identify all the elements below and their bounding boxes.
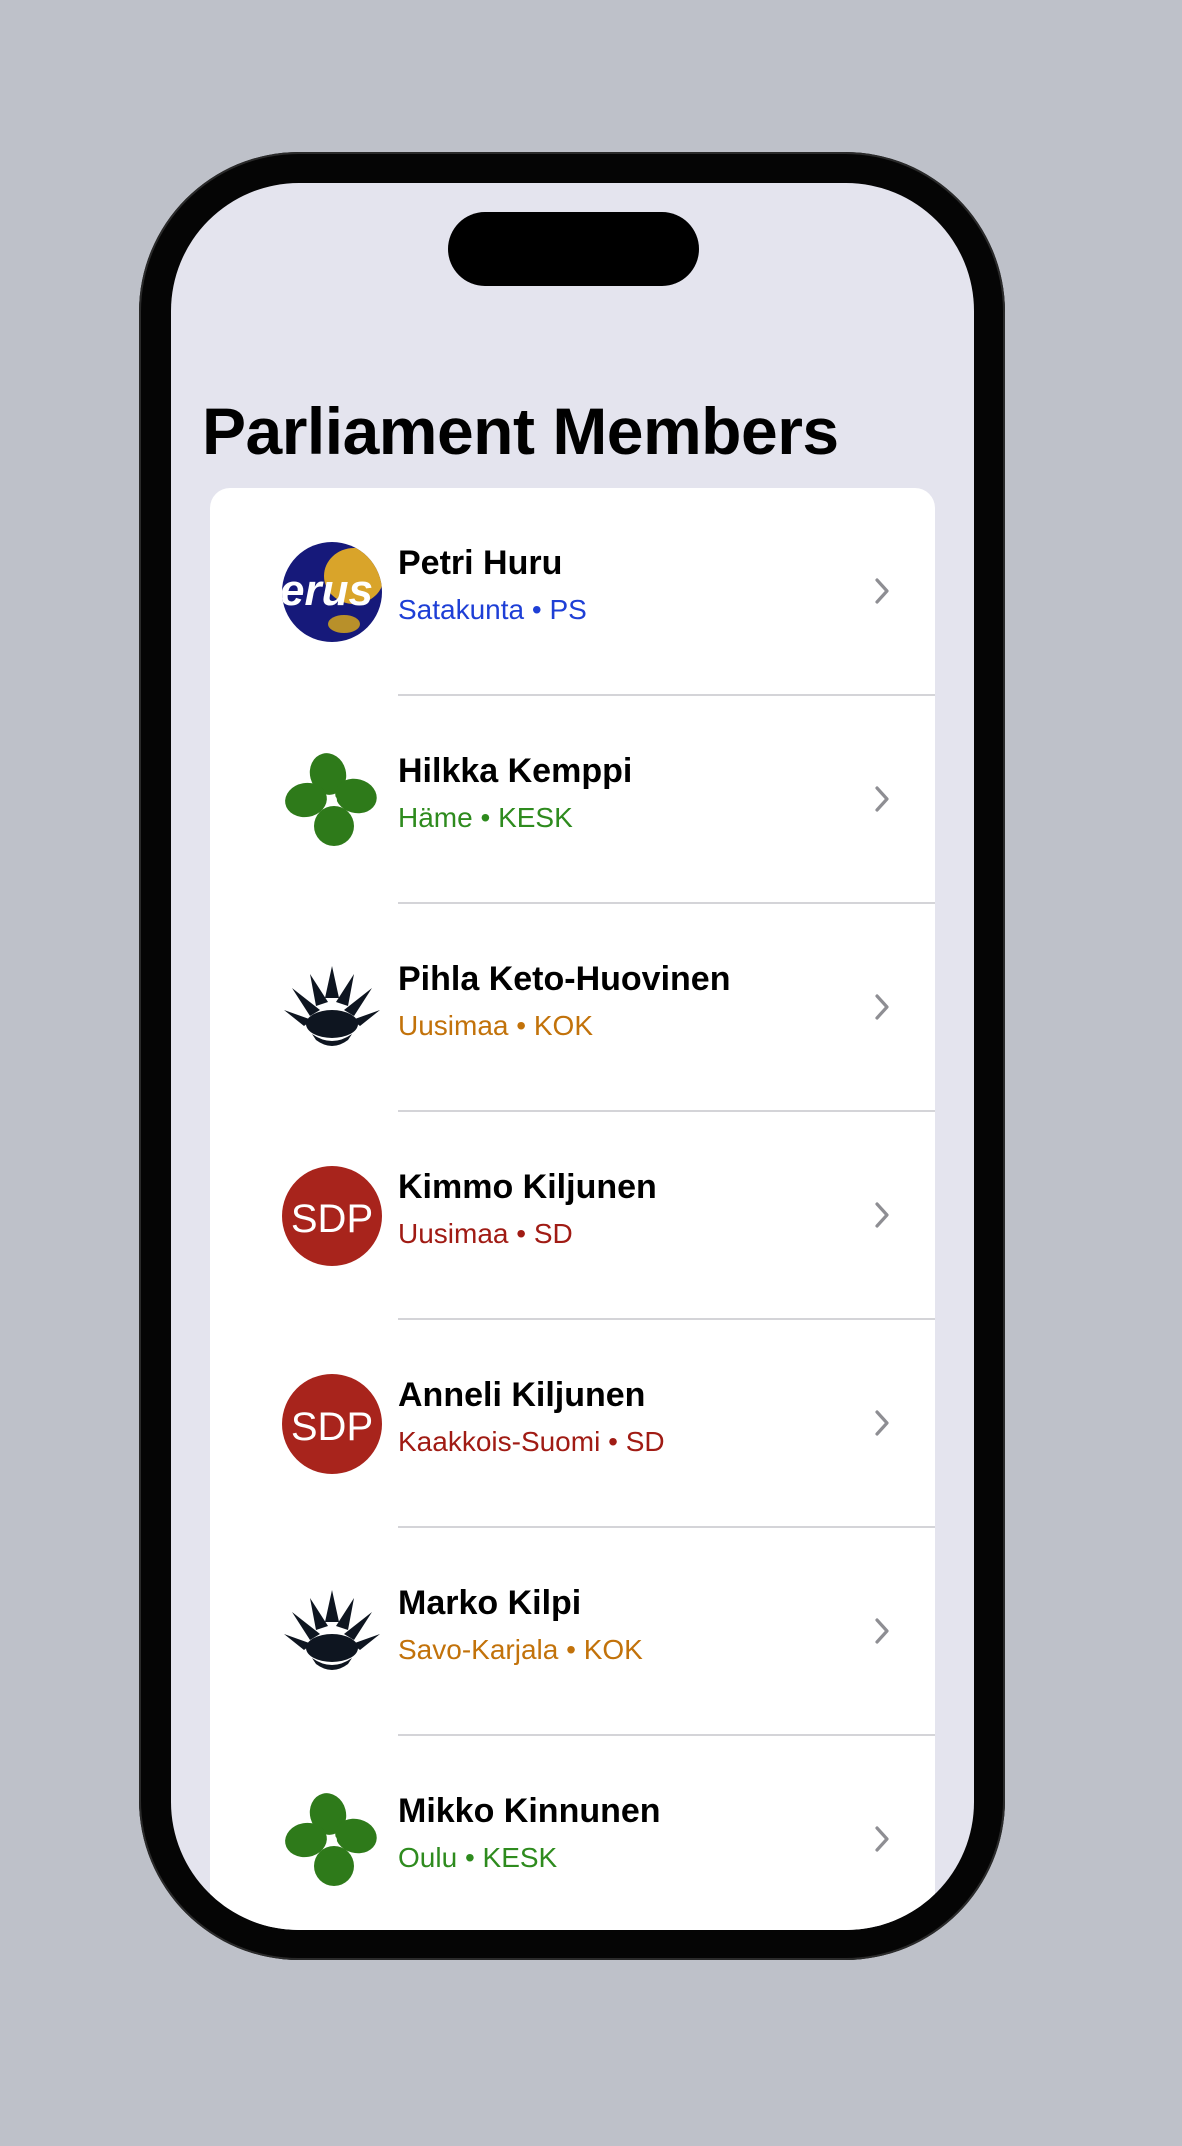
- member-name: Anneli Kiljunen: [398, 1376, 646, 1414]
- sdp-logo-icon: SDP: [282, 1374, 382, 1474]
- member-subtitle: Uusimaa • KOK: [398, 1010, 593, 1042]
- chevron-right-icon: [874, 576, 890, 606]
- member-party: KESK: [498, 802, 573, 833]
- member-region: Kaakkois-Suomi: [398, 1426, 601, 1457]
- member-subtitle: Satakunta • PS: [398, 594, 587, 626]
- member-region: Satakunta: [398, 594, 525, 625]
- separator-dot: •: [566, 1634, 576, 1665]
- dynamic-island: [448, 212, 699, 286]
- kok-flower-icon: [282, 1582, 382, 1682]
- member-row-hilkka-kemppi[interactable]: Hilkka Kemppi Häme • KESK: [210, 696, 935, 904]
- member-region: Häme: [398, 802, 473, 833]
- separator-dot: •: [608, 1426, 618, 1457]
- sdp-logo-icon: SDP: [282, 1166, 382, 1266]
- member-subtitle: Häme • KESK: [398, 802, 573, 834]
- member-party: KOK: [583, 1634, 643, 1665]
- ps-logo-text: erus: [282, 566, 373, 615]
- sdp-logo-text: SDP: [291, 1405, 373, 1449]
- kesk-clover-icon: [282, 750, 382, 850]
- member-name: Kimmo Kiljunen: [398, 1168, 657, 1206]
- separator-dot: •: [480, 802, 491, 833]
- member-row-kimmo-kiljunen[interactable]: SDP Kimmo Kiljunen Uusimaa • SD: [210, 1112, 935, 1320]
- chevron-right-icon: [874, 1200, 890, 1230]
- chevron-right-icon: [874, 1408, 890, 1438]
- member-subtitle: Uusimaa • SD: [398, 1218, 573, 1250]
- member-row-petri-huru[interactable]: erus Petri Huru Satakunta • PS: [210, 488, 935, 696]
- member-party: KESK: [482, 1842, 558, 1873]
- member-subtitle: Oulu • KESK: [398, 1842, 557, 1874]
- separator-dot: •: [516, 1010, 527, 1041]
- ps-logo-icon: erus: [282, 542, 382, 642]
- separator-dot: •: [464, 1842, 475, 1873]
- member-region: Uusimaa: [398, 1010, 509, 1041]
- app-screen: Parliament Members erus Petri Huru Satak…: [171, 183, 974, 1930]
- member-party: KOK: [533, 1010, 593, 1041]
- member-name: Marko Kilpi: [398, 1584, 582, 1622]
- chevron-right-icon: [874, 1824, 890, 1854]
- kesk-clover-icon: [282, 1790, 382, 1890]
- chevron-right-icon: [874, 1616, 890, 1646]
- member-name: Pihla Keto-Huovinen: [398, 960, 731, 998]
- member-party: PS: [549, 594, 587, 625]
- member-name: Hilkka Kemppi: [398, 752, 633, 790]
- members-list: erus Petri Huru Satakunta • PS Hilkka Ke…: [210, 488, 935, 1930]
- member-row-marko-kilpi[interactable]: Marko Kilpi Savo-Karjala • KOK: [210, 1528, 935, 1736]
- kok-flower-icon: [282, 958, 382, 1058]
- member-name: Petri Huru: [398, 544, 563, 582]
- member-region: Uusimaa: [398, 1218, 509, 1249]
- member-subtitle: Kaakkois-Suomi • SD: [398, 1426, 665, 1458]
- member-row-anneli-kiljunen[interactable]: SDP Anneli Kiljunen Kaakkois-Suomi • SD: [210, 1320, 935, 1528]
- sdp-logo-text: SDP: [291, 1197, 373, 1241]
- member-region: Savo-Karjala: [398, 1634, 559, 1665]
- page-title: Parliament Members: [202, 394, 839, 468]
- separator-dot: •: [531, 594, 542, 625]
- member-row-pihla-keto-huovinen[interactable]: Pihla Keto-Huovinen Uusimaa • KOK: [210, 904, 935, 1112]
- separator-dot: •: [516, 1218, 527, 1249]
- member-region: Oulu: [398, 1842, 458, 1873]
- member-party: SD: [625, 1426, 665, 1457]
- chevron-right-icon: [874, 992, 890, 1022]
- member-subtitle: Savo-Karjala • KOK: [398, 1634, 643, 1666]
- chevron-right-icon: [874, 784, 890, 814]
- member-row-mikko-kinnunen[interactable]: Mikko Kinnunen Oulu • KESK: [210, 1736, 935, 1930]
- member-party: SD: [533, 1218, 573, 1249]
- member-name: Mikko Kinnunen: [398, 1792, 661, 1830]
